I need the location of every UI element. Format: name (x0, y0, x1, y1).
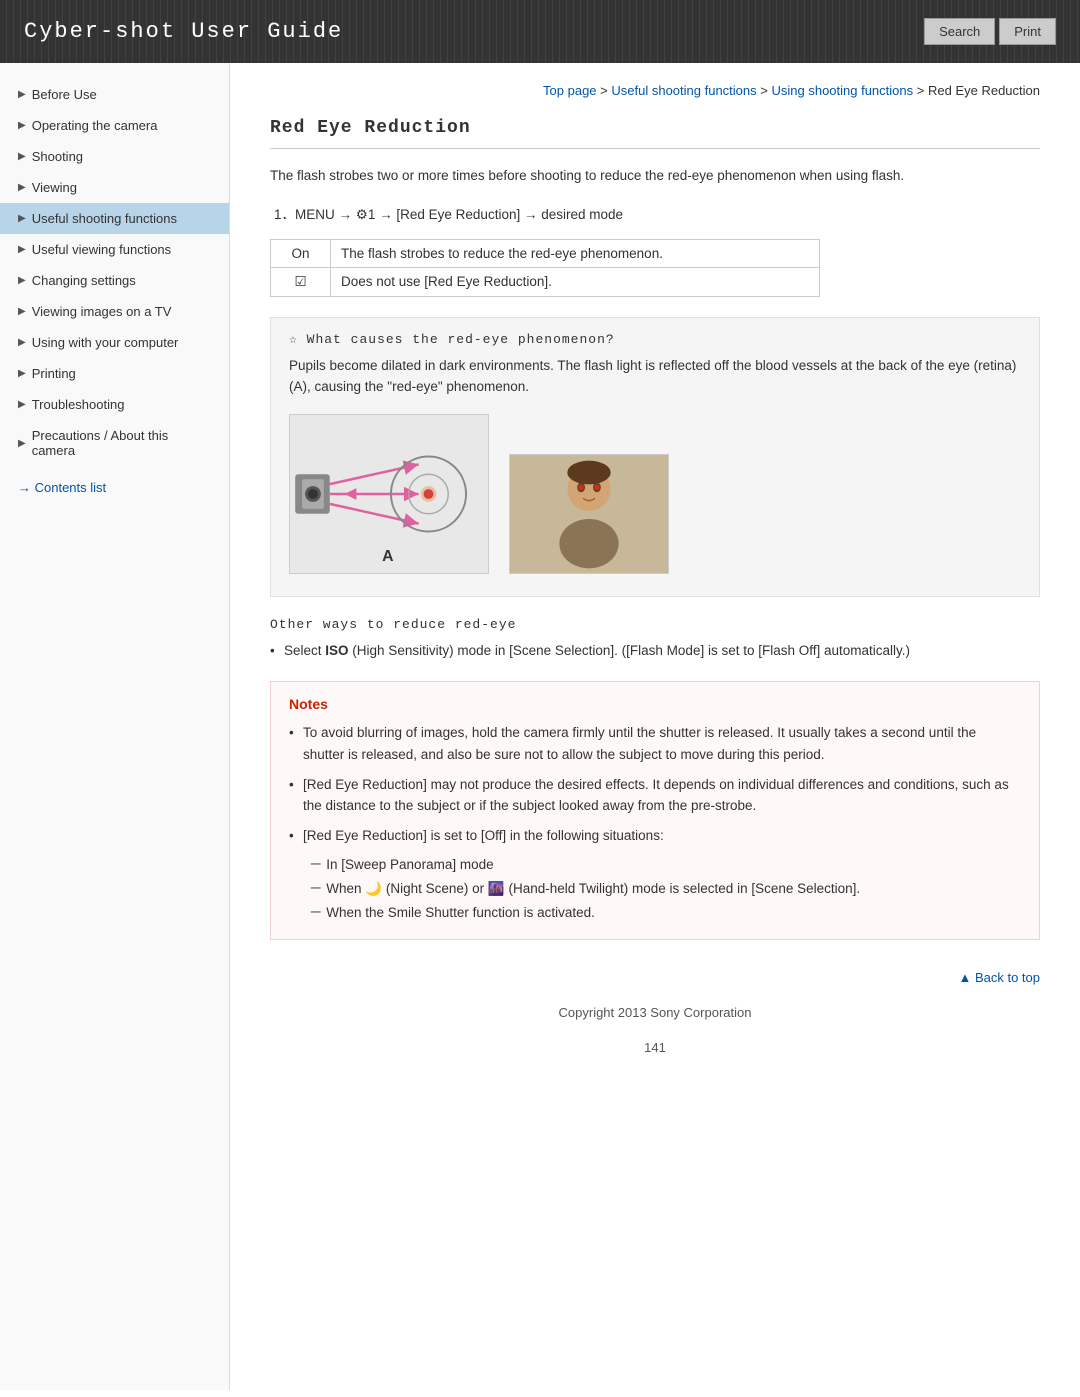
gear-icon: ⚙ (356, 207, 368, 222)
notes-sub-1: － When 🌙 (Night Scene) or 🌆 (Hand-held T… (289, 878, 1021, 900)
chevron-right-icon: ▶ (18, 151, 26, 162)
sidebar-item-precautions[interactable]: ▶ Precautions / About this camera (0, 420, 229, 466)
search-button[interactable]: Search (924, 18, 995, 45)
notes-sub-0: － In [Sweep Panorama] mode (289, 854, 1021, 876)
hint-box: ☆ What causes the red-eye phenomenon? Pu… (270, 317, 1040, 597)
notes-box: Notes To avoid blurring of images, hold … (270, 681, 1040, 940)
notes-item-0: To avoid blurring of images, hold the ca… (289, 722, 1021, 765)
other-ways-item: Select ISO (High Sensitivity) mode in [S… (270, 640, 1040, 662)
notes-sub-2: － When the Smile Shutter function is act… (289, 902, 1021, 924)
sidebar-item-shooting[interactable]: ▶ Shooting (0, 141, 229, 172)
other-ways-title: Other ways to reduce red-eye (270, 617, 1040, 632)
chevron-right-icon: ▶ (18, 213, 26, 224)
option-off-desc: Does not use [Red Eye Reduction]. (331, 267, 820, 296)
sidebar: ▶ Before Use ▶ Operating the camera ▶ Sh… (0, 63, 230, 1390)
sidebar-item-computer[interactable]: ▶ Using with your computer (0, 327, 229, 358)
contents-list-link[interactable]: → Contents list (18, 480, 215, 495)
chevron-right-icon: ▶ (18, 368, 26, 379)
images-row: A (289, 414, 1021, 574)
header-buttons: Search Print (924, 18, 1056, 45)
chevron-right-icon: ▶ (18, 306, 26, 317)
diagram-svg: A (290, 415, 488, 573)
notes-item-2: [Red Eye Reduction] is set to [Off] in t… (289, 825, 1021, 847)
iso-icon: ISO (325, 643, 348, 658)
app-title: Cyber-shot User Guide (24, 19, 343, 44)
breadcrumb-top[interactable]: Top page (543, 83, 597, 98)
breadcrumb: Top page > Useful shooting functions > U… (270, 83, 1040, 98)
sidebar-item-changing-settings[interactable]: ▶ Changing settings (0, 265, 229, 296)
hint-text: Pupils become dilated in dark environmen… (289, 355, 1021, 398)
sidebar-item-useful-viewing[interactable]: ▶ Useful viewing functions (0, 234, 229, 265)
sidebar-item-before-use[interactable]: ▶ Before Use (0, 79, 229, 110)
hint-icon: ☆ (289, 332, 298, 347)
svg-text:A: A (382, 548, 393, 565)
option-on-desc: The flash strobes to reduce the red-eye … (331, 239, 820, 267)
notes-title: Notes (289, 696, 1021, 712)
footer-copyright: Copyright 2013 Sony Corporation (270, 985, 1040, 1030)
chevron-right-icon: ▶ (18, 182, 26, 193)
chevron-right-icon: ▶ (18, 89, 26, 100)
header: Cyber-shot User Guide Search Print (0, 0, 1080, 63)
sidebar-item-operating-camera[interactable]: ▶ Operating the camera (0, 110, 229, 141)
print-button[interactable]: Print (999, 18, 1056, 45)
sidebar-item-viewing[interactable]: ▶ Viewing (0, 172, 229, 203)
chevron-right-icon: ▶ (18, 120, 26, 131)
main-content: Top page > Useful shooting functions > U… (230, 63, 1080, 1390)
option-on: On (271, 239, 331, 267)
menu-instruction: 1．MENU → ⚙1 → [Red Eye Reduction] → desi… (270, 203, 1040, 223)
person-photo (509, 454, 669, 574)
breadcrumb-current: Red Eye Reduction (928, 83, 1040, 98)
table-row: ☑ Does not use [Red Eye Reduction]. (271, 267, 820, 296)
hint-title: ☆ What causes the red-eye phenomenon? (289, 332, 1021, 347)
back-to-top-link[interactable]: ▲ Back to top (958, 970, 1040, 985)
sidebar-item-useful-shooting[interactable]: ▶ Useful shooting functions (0, 203, 229, 234)
checkmark-icon: ☑ (271, 267, 331, 296)
sidebar-item-troubleshooting[interactable]: ▶ Troubleshooting (0, 389, 229, 420)
options-table: On The flash strobes to reduce the red-e… (270, 239, 820, 297)
chevron-right-icon: ▶ (18, 399, 26, 410)
photo-svg (510, 454, 668, 574)
twilight-icon: 🌆 (488, 881, 505, 896)
chevron-right-icon: ▶ (18, 337, 26, 348)
eye-diagram: A (289, 414, 489, 574)
night-scene-icon: 🌙 (365, 881, 382, 896)
breadcrumb-using-shooting[interactable]: Using shooting functions (771, 83, 913, 98)
page-description: The flash strobes two or more times befo… (270, 165, 1040, 187)
table-row: On The flash strobes to reduce the red-e… (271, 239, 820, 267)
chevron-right-icon: ▶ (18, 275, 26, 286)
breadcrumb-useful-shooting[interactable]: Useful shooting functions (611, 83, 756, 98)
chevron-right-icon: ▶ (18, 244, 26, 255)
sidebar-item-printing[interactable]: ▶ Printing (0, 358, 229, 389)
page-number: 141 (270, 1030, 1040, 1075)
notes-item-1: [Red Eye Reduction] may not produce the … (289, 774, 1021, 817)
chevron-right-icon: ▶ (18, 438, 26, 449)
layout: ▶ Before Use ▶ Operating the camera ▶ Sh… (0, 63, 1080, 1390)
back-to-top[interactable]: ▲ Back to top (270, 970, 1040, 985)
page-title: Red Eye Reduction (270, 118, 1040, 149)
sidebar-item-viewing-tv[interactable]: ▶ Viewing images on a TV (0, 296, 229, 327)
